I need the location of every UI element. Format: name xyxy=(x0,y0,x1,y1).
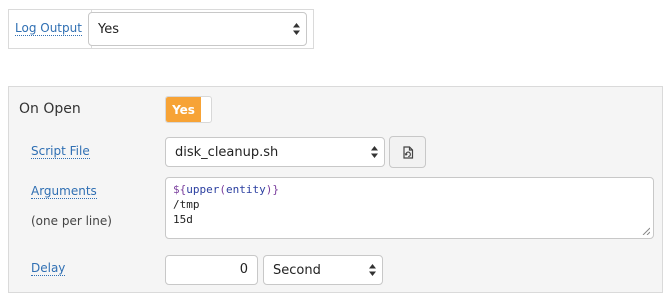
log-output-select[interactable]: Yes xyxy=(88,12,307,46)
on-open-label: On Open xyxy=(19,101,81,117)
file-refresh-icon xyxy=(402,145,413,159)
script-file-select-value: disk_cleanup.sh xyxy=(175,144,279,160)
script-file-label[interactable]: Script File xyxy=(31,144,90,159)
select-arrows-icon xyxy=(293,23,300,35)
arguments-hint: (one per line) xyxy=(31,214,112,228)
script-file-select[interactable]: disk_cleanup.sh xyxy=(165,137,385,167)
delay-label[interactable]: Delay xyxy=(31,261,66,276)
on-open-toggle-label: Yes xyxy=(166,97,201,122)
arguments-label[interactable]: Arguments xyxy=(31,184,97,199)
delay-input[interactable]: 0 xyxy=(165,255,258,285)
refresh-scripts-button[interactable] xyxy=(389,136,426,168)
arg-token: ${ xyxy=(173,183,187,196)
resize-grip-icon[interactable] xyxy=(642,227,650,235)
select-arrows-icon xyxy=(369,264,376,276)
arg-line: /tmp xyxy=(173,198,200,211)
on-open-toggle[interactable]: Yes xyxy=(165,96,212,123)
arg-token: ( xyxy=(219,183,226,196)
on-open-panel: On Open Yes Script File disk_cleanup.sh … xyxy=(8,86,663,293)
arg-token: )} xyxy=(265,183,279,196)
arg-token: upper xyxy=(186,183,220,196)
delay-unit-select[interactable]: Second xyxy=(263,255,383,285)
select-arrows-icon xyxy=(371,146,378,158)
arg-token: entity xyxy=(226,183,266,196)
log-output-label[interactable]: Log Output xyxy=(15,21,82,36)
log-output-select-value: Yes xyxy=(98,21,119,37)
arguments-textarea[interactable]: ${upper(entity)} /tmp 15d xyxy=(165,177,654,239)
delay-unit-value: Second xyxy=(273,262,321,278)
arg-line: 15d xyxy=(173,213,193,226)
